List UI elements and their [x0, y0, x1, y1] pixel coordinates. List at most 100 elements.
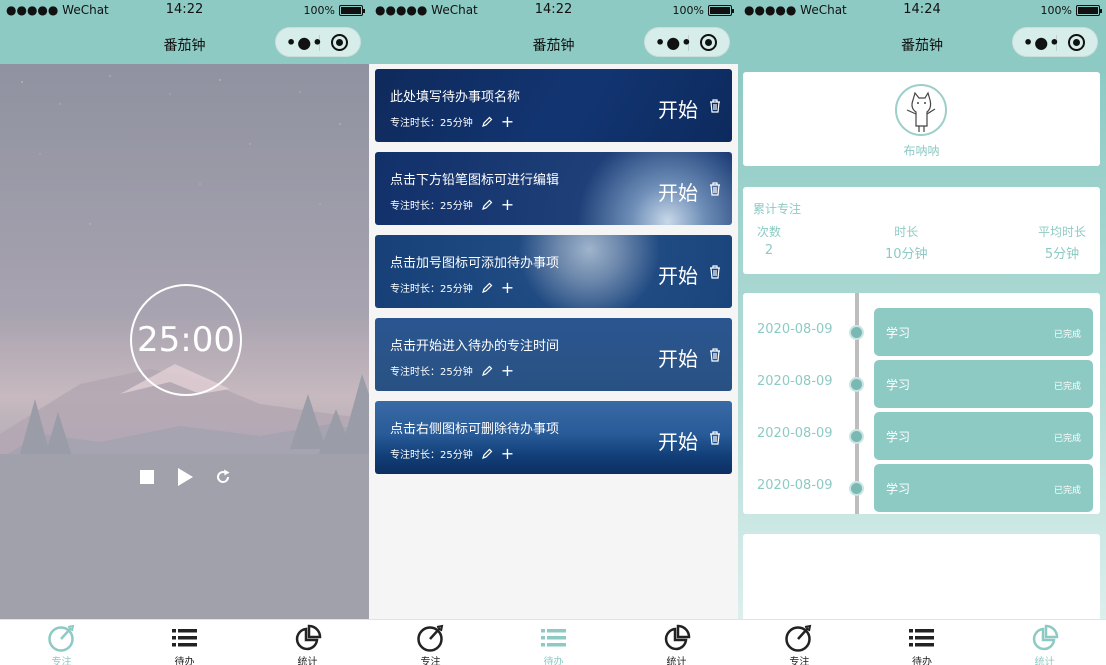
- todo-duration: 专注时长：25分钟: [390, 118, 473, 129]
- tab-stats[interactable]: 统计: [615, 620, 738, 665]
- avatar[interactable]: [895, 84, 947, 136]
- battery-indicator: 100%: [1041, 4, 1102, 17]
- more-menu-icon[interactable]: •●•: [1023, 33, 1060, 52]
- battery-icon: [339, 5, 365, 16]
- timeline-dot: [849, 325, 864, 340]
- nav-bar: 番茄钟 •●•: [0, 22, 369, 64]
- stat-count: 次数 2: [757, 223, 781, 258]
- start-button[interactable]: 开始: [658, 94, 698, 123]
- pie-chart-icon: [295, 624, 321, 651]
- timeline-dot: [849, 481, 864, 496]
- add-icon[interactable]: +: [501, 362, 514, 378]
- play-icon: [177, 468, 193, 486]
- pencil-icon[interactable]: [481, 282, 493, 294]
- tab-todo[interactable]: 待办: [492, 620, 615, 665]
- pencil-icon[interactable]: [481, 448, 493, 460]
- add-icon[interactable]: +: [501, 196, 514, 212]
- stat-value: 2: [764, 243, 774, 258]
- tab-focus-label: 专注: [789, 657, 810, 665]
- close-target-icon[interactable]: [1068, 34, 1085, 51]
- history-date: 2020-08-09: [757, 426, 833, 441]
- history-date: 2020-08-09: [757, 322, 833, 337]
- history-label: 学习: [886, 378, 911, 392]
- todo-card: 点击开始进入待办的专注时间 专注时长：25分钟 + 开始: [375, 318, 732, 391]
- tab-bar: 专注 待办 统计: [738, 619, 1106, 665]
- timer-ring: 25:00: [130, 284, 242, 396]
- phone-stats-screen: ●●●●● WeChat 14:24 100% 番茄钟 •●• 布呐呐 累计专注…: [738, 0, 1106, 665]
- reset-button[interactable]: [214, 468, 232, 486]
- start-button[interactable]: 开始: [658, 177, 698, 206]
- timeline-dot: [849, 429, 864, 444]
- todo-meta: 专注时长：25分钟 +: [390, 362, 514, 378]
- tab-bar: 专注 待办 统计: [0, 619, 369, 665]
- screenshot-stage: ●●●●● WeChat 14:22 100% 番茄钟 •●• 25:00 专注…: [0, 0, 1106, 665]
- tab-stats[interactable]: 统计: [983, 620, 1106, 665]
- todo-duration: 专注时长：25分钟: [390, 450, 473, 461]
- todo-meta: 专注时长：25分钟 +: [390, 279, 514, 295]
- capsule-divider: [319, 35, 320, 51]
- phone-todo-screen: ●●●●● WeChat 14:22 100% 番茄钟 •●• 此处填写待办事项…: [369, 0, 738, 665]
- history-item[interactable]: 学习 已完成: [874, 412, 1093, 460]
- history-status: 已完成: [1053, 486, 1081, 496]
- close-target-icon[interactable]: [700, 34, 717, 51]
- todo-meta: 专注时长：25分钟 +: [390, 113, 514, 129]
- add-icon[interactable]: +: [501, 445, 514, 461]
- battery-percent: 100%: [303, 4, 335, 17]
- add-icon[interactable]: +: [501, 113, 514, 129]
- tab-focus[interactable]: 专注: [0, 620, 123, 665]
- more-menu-icon[interactable]: •●•: [655, 33, 692, 52]
- stat-value: 5分钟: [1044, 247, 1080, 262]
- history-item[interactable]: 学习 已完成: [874, 360, 1093, 408]
- status-bar: ●●●●● WeChat 14:22 100%: [0, 0, 369, 22]
- stats-background: 布呐呐 累计专注 次数 2 时长 10分钟 平均时长 5分钟 2020-08-0…: [738, 64, 1106, 634]
- todo-duration: 专注时长：25分钟: [390, 367, 473, 378]
- timeline-row: 2020-08-09 学习 已完成: [743, 360, 1100, 408]
- trash-icon[interactable]: [709, 431, 721, 445]
- trash-icon[interactable]: [709, 99, 721, 113]
- add-icon[interactable]: +: [501, 279, 514, 295]
- start-button[interactable]: 开始: [658, 426, 698, 455]
- trash-icon[interactable]: [709, 265, 721, 279]
- pencil-icon[interactable]: [481, 199, 493, 211]
- pencil-icon[interactable]: [481, 116, 493, 128]
- trash-icon[interactable]: [709, 182, 721, 196]
- nav-bar: 番茄钟 •●•: [738, 22, 1106, 64]
- tab-focus[interactable]: 专注: [369, 620, 492, 665]
- todo-list: 此处填写待办事项名称 专注时长：25分钟 + 开始 点击下方铅笔图标可进行编辑 …: [369, 64, 738, 619]
- tab-todo[interactable]: 待办: [861, 620, 984, 665]
- tab-stats[interactable]: 统计: [246, 620, 369, 665]
- stop-button[interactable]: [138, 468, 156, 486]
- tab-focus[interactable]: 专注: [738, 620, 861, 665]
- pie-chart-icon: [1032, 624, 1058, 651]
- tab-focus-label: 专注: [420, 657, 441, 665]
- tab-todo-label: 待办: [543, 657, 564, 665]
- todo-meta: 专注时长：25分钟 +: [390, 445, 514, 461]
- capsule-divider: [688, 35, 689, 51]
- battery-icon: [1076, 5, 1102, 16]
- trash-icon[interactable]: [709, 348, 721, 362]
- close-target-icon[interactable]: [331, 34, 348, 51]
- todo-card: 点击加号图标可添加待办事项 专注时长：25分钟 + 开始: [375, 235, 732, 308]
- play-button[interactable]: [176, 468, 194, 486]
- focus-summary-card: 累计专注 次数 2 时长 10分钟 平均时长 5分钟: [743, 187, 1100, 274]
- timeline-row: 2020-08-09 学习 已完成: [743, 464, 1100, 512]
- start-button[interactable]: 开始: [658, 260, 698, 289]
- todo-name: 点击开始进入待办的专注时间: [390, 339, 560, 354]
- history-label: 学习: [886, 482, 911, 496]
- history-item[interactable]: 学习 已完成: [874, 308, 1093, 356]
- tab-todo[interactable]: 待办: [123, 620, 246, 665]
- tab-todo-label: 待办: [174, 657, 195, 665]
- pencil-icon[interactable]: [481, 365, 493, 377]
- tab-todo-label: 待办: [912, 657, 932, 665]
- miniprogram-capsule: •●•: [275, 27, 361, 57]
- todo-name: 点击加号图标可添加待办事项: [390, 256, 560, 271]
- start-button[interactable]: 开始: [658, 343, 698, 372]
- capsule-divider: [1056, 35, 1057, 51]
- battery-indicator: 100%: [303, 4, 365, 17]
- stat-label: 平均时长: [1037, 225, 1086, 239]
- stat-label: 时长: [894, 225, 919, 239]
- more-menu-icon[interactable]: •●•: [286, 33, 323, 52]
- history-item[interactable]: 学习 已完成: [874, 464, 1093, 512]
- profile-card: 布呐呐: [743, 72, 1100, 166]
- focus-clock-icon: [47, 624, 74, 652]
